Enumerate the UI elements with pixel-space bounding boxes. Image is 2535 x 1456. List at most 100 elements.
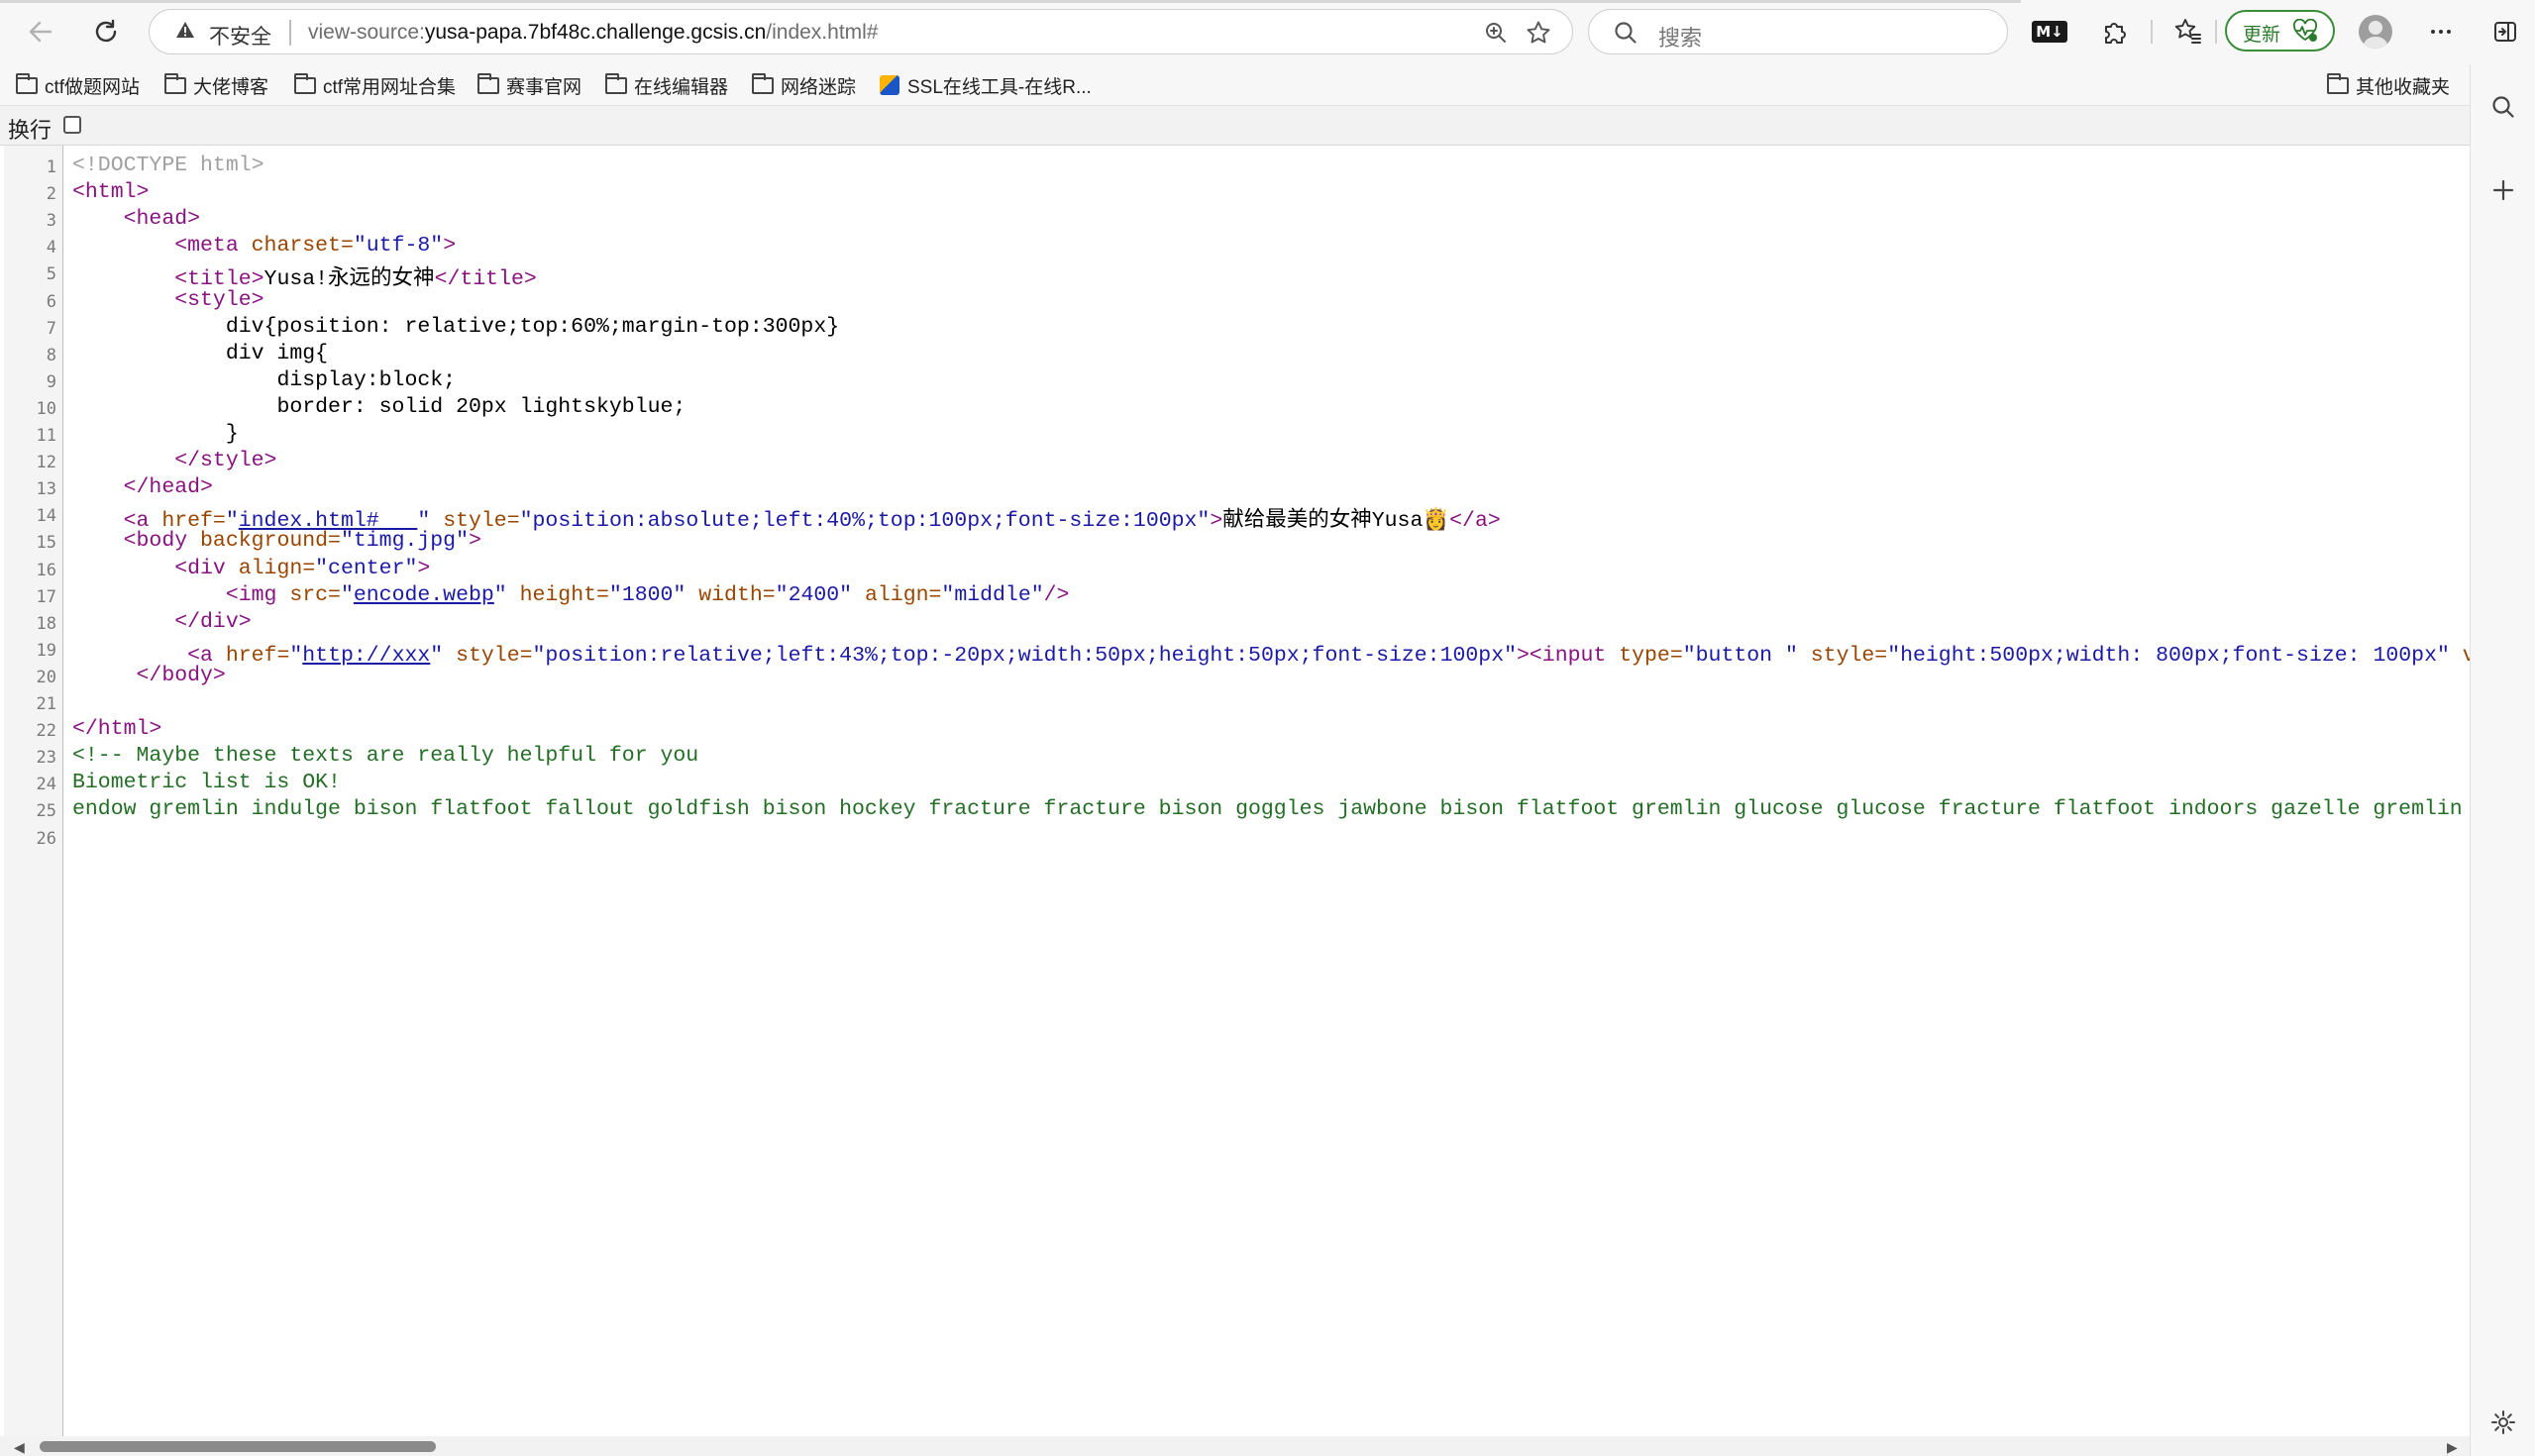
source-token: "utf-8": [353, 234, 444, 259]
sidebar-search-button[interactable]: [2481, 84, 2526, 130]
line-number: 18: [36, 613, 56, 634]
security-label[interactable]: 不安全: [209, 21, 271, 51]
favorites-star-icon: [2174, 19, 2201, 44]
source-token: ><input: [1517, 643, 1620, 668]
bookmark-folder[interactable]: 大佬博客: [164, 70, 268, 100]
url-path: /index.html#: [766, 21, 879, 44]
source-token: >: [417, 556, 431, 580]
sidebar-toggle-button[interactable]: [2482, 10, 2528, 53]
source-token: "position:relative;left:43%;top:-20px;wi…: [532, 643, 1517, 668]
source-line: <a href="http://xxx" style="position:rel…: [72, 637, 2470, 668]
source-link[interactable]: http://xxx: [302, 644, 430, 668]
more-button[interactable]: [2418, 10, 2464, 53]
address-bar[interactable]: 不安全 view-source:yusa-papa.7bf48c.challen…: [149, 9, 1573, 54]
url-text[interactable]: view-source:yusa-papa.7bf48c.challenge.g…: [308, 21, 879, 45]
edge-sidebar: [2470, 64, 2535, 1456]
line-number: 13: [36, 479, 56, 500]
other-bookmarks-folder[interactable]: 其他收藏夹: [2327, 70, 2450, 100]
more-icon: [2431, 30, 2451, 34]
source-link[interactable]: encode.webp: [354, 583, 494, 607]
star-icon[interactable]: [1522, 17, 1555, 49]
search-placeholder: 搜索: [1658, 26, 1703, 51]
extensions-button[interactable]: [2092, 10, 2138, 53]
zoom-icon[interactable]: [1479, 17, 1513, 49]
bookmark-folder[interactable]: ctf常用网址合集: [294, 70, 456, 100]
avatar[interactable]: [2359, 15, 2392, 49]
source-line: <body background="timg.jpg">: [72, 529, 481, 556]
source-line: </div>: [72, 610, 251, 637]
source-token: "button ": [1682, 643, 1798, 668]
ssl-site-icon: [880, 75, 899, 95]
line-number: 12: [36, 453, 56, 473]
reload-icon: [95, 19, 117, 43]
scroll-right-icon[interactable]: ▶: [2447, 1439, 2458, 1456]
horizontal-scrollbar[interactable]: ◀ ▶: [0, 1436, 2470, 1456]
line-number: 10: [36, 398, 56, 419]
markdown-extension-button[interactable]: M↓: [2027, 10, 2072, 53]
source-token: href=: [225, 643, 290, 668]
warning-icon[interactable]: [175, 20, 195, 46]
line-number: 8: [46, 345, 56, 365]
line-number: 26: [36, 828, 56, 849]
sidebar-add-button[interactable]: [2481, 167, 2526, 213]
line-number: 24: [36, 775, 56, 795]
source-line: <!-- Maybe these texts are really helpfu…: [72, 744, 698, 771]
search-input[interactable]: 搜索: [1588, 9, 2008, 54]
plus-icon: [2492, 179, 2514, 201]
source-token: "height:500px;width: 800px;font-size: 10…: [1887, 643, 2450, 668]
sidebar-search-icon: [2492, 96, 2514, 118]
browser-window: 不安全 view-source:yusa-papa.7bf48c.challen…: [0, 0, 2535, 1456]
source-token: Yusa!永远的女神: [264, 267, 435, 292]
source-line: border: solid 20px lightskyblue;: [72, 395, 686, 422]
bookmark-label: 赛事官网: [506, 76, 582, 98]
source-token: charset=: [251, 234, 354, 259]
markdown-icon: M↓: [2032, 21, 2067, 43]
source-token: ": [289, 643, 303, 668]
bookmark-label: 大佬博客: [193, 76, 269, 98]
source-token: >: [469, 529, 481, 554]
line-wrap-checkbox[interactable]: [63, 116, 81, 134]
bookmark-folder[interactable]: 赛事官网: [477, 70, 581, 100]
favorites-button[interactable]: [2165, 10, 2211, 53]
bookmark-link[interactable]: SSL在线工具-在线R...: [880, 70, 1092, 100]
source-token: 献给最美的女神Yusa👸: [1222, 509, 1450, 534]
source-line: }: [72, 422, 239, 449]
url-prefix: view-source:: [308, 21, 425, 44]
source-line: </head>: [72, 475, 213, 502]
sidebar-settings-button[interactable]: [2481, 1400, 2526, 1445]
folder-icon: [605, 72, 627, 94]
line-number: 22: [36, 721, 56, 742]
source-token: }: [225, 422, 239, 446]
line-number: 21: [36, 694, 56, 714]
source-token: ": [430, 643, 444, 668]
line-number: 9: [46, 371, 56, 392]
url-host: yusa-papa.7bf48c.challenge.gcsis.cn: [424, 21, 767, 44]
folder-icon: [752, 72, 774, 94]
back-button[interactable]: [18, 10, 63, 53]
bookmark-folder[interactable]: 在线编辑器: [605, 70, 728, 100]
source-token: <!DOCTYPE html>: [72, 154, 264, 177]
source-token: width=: [686, 582, 776, 607]
bookmark-folder[interactable]: ctf做题网站: [16, 70, 140, 100]
source-token: align=: [852, 582, 942, 607]
source-token: type=: [1619, 643, 1683, 668]
scroll-left-icon[interactable]: ◀: [14, 1439, 25, 1456]
source-token: <html>: [72, 180, 150, 205]
reload-button[interactable]: [83, 10, 129, 53]
scrollbar-thumb[interactable]: [40, 1441, 436, 1452]
folder-icon: [164, 72, 186, 94]
folder-icon: [477, 72, 499, 94]
source-line: <html>: [72, 180, 149, 207]
line-wrap-label: 换行: [8, 119, 53, 144]
source-line: <title>Yusa!永远的女神</title>: [72, 260, 537, 291]
bookmark-folder[interactable]: 网络迷踪: [752, 70, 856, 100]
bookmark-label: 网络迷踪: [781, 76, 857, 98]
update-button[interactable]: 更新: [2225, 10, 2335, 52]
line-number: 2: [46, 184, 56, 205]
source-token: </style>: [174, 449, 277, 473]
source-token: Biometric list is OK!: [72, 771, 341, 795]
